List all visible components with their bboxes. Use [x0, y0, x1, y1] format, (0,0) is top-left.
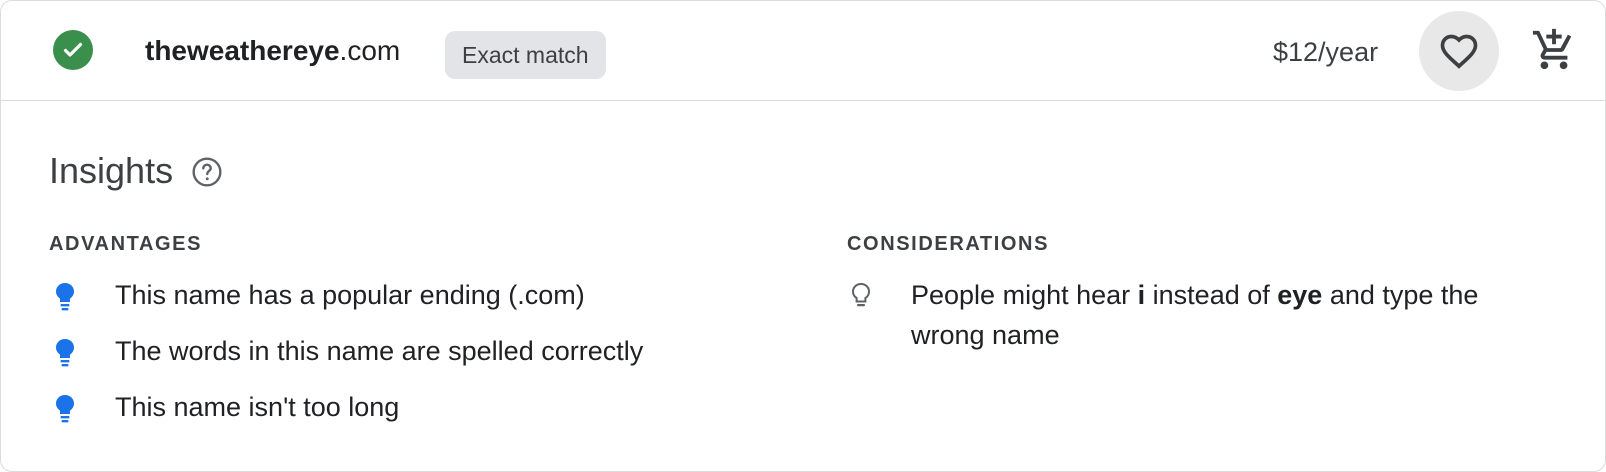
lightbulb-outline-icon	[851, 282, 871, 307]
advantage-text: This name has a popular ending (.com)	[115, 280, 585, 310]
lightbulb-filled-icon	[56, 339, 74, 367]
domain-row: theweathereye.com Exact match $12/year	[1, 1, 1605, 101]
lightbulb-filled-icon	[56, 283, 74, 311]
domain-sld: theweathereye	[145, 35, 340, 66]
advantage-text: The words in this name are spelled corre…	[115, 336, 644, 366]
add-to-cart-button[interactable]	[1529, 25, 1579, 75]
heart-outline-icon	[1440, 34, 1478, 69]
domain-result-card: theweathereye.com Exact match $12/year I…	[0, 0, 1606, 472]
favorite-button[interactable]	[1419, 11, 1499, 91]
check-circle-icon	[53, 30, 93, 70]
domain-name[interactable]: theweathereye.com	[145, 33, 400, 69]
exact-match-chip: Exact match	[445, 31, 606, 79]
considerations-heading: CONSIDERATIONS	[847, 233, 1050, 255]
advantage-text: This name isn't too long	[115, 392, 400, 422]
help-icon[interactable]	[191, 156, 223, 188]
domain-tld: .com	[339, 35, 401, 66]
consideration-text: People might hear i instead of eye and t…	[911, 280, 1479, 350]
insights-title: Insights	[49, 150, 174, 191]
add-shopping-cart-icon	[1532, 28, 1572, 70]
price-label: $12/year	[1273, 37, 1379, 67]
advantages-heading: ADVANTAGES	[49, 233, 203, 255]
lightbulb-filled-icon	[56, 395, 74, 423]
